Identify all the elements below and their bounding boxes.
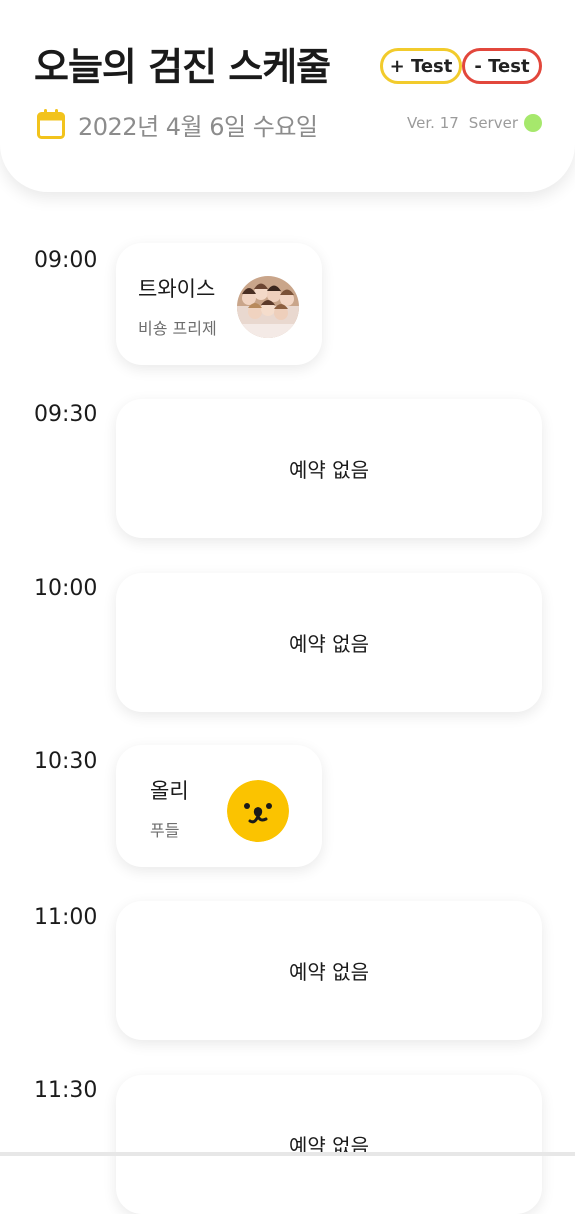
slot-time: 09:30 <box>34 402 98 427</box>
pet-breed: 푸들 <box>150 821 180 840</box>
pet-avatar <box>237 276 299 338</box>
version-status: Ver. 17 Server <box>407 114 542 132</box>
slot-time: 11:00 <box>34 905 98 930</box>
server-label: Server <box>468 114 518 132</box>
date-row: 2022년 4월 6일 수요일 <box>36 106 318 142</box>
pet-breed: 비숑 프리제 <box>138 319 217 338</box>
group-photo-icon <box>237 276 299 338</box>
slot-time: 09:00 <box>34 248 98 273</box>
current-date: 2022년 4월 6일 수요일 <box>78 112 318 141</box>
slot-time: 10:30 <box>34 749 98 774</box>
booking-card[interactable]: 트와이스 비숑 프리제 <box>116 243 322 365</box>
empty-slot-label: 예약 없음 <box>289 632 369 656</box>
pet-name: 올리 <box>150 779 189 803</box>
server-status-dot <box>524 114 542 132</box>
pet-avatar <box>227 780 289 842</box>
booking-card[interactable]: 올리 푸들 <box>116 745 322 867</box>
empty-slot-card[interactable]: 예약 없음 <box>116 1075 542 1214</box>
empty-slot-card[interactable]: 예약 없음 <box>116 901 542 1040</box>
remove-test-button[interactable]: - Test <box>462 48 542 84</box>
slot-time: 11:30 <box>34 1078 98 1103</box>
bottom-divider <box>0 1152 575 1156</box>
pet-name: 트와이스 <box>138 277 216 301</box>
empty-slot-card[interactable]: 예약 없음 <box>116 573 542 712</box>
calendar-icon <box>37 109 65 139</box>
empty-slot-card[interactable]: 예약 없음 <box>116 399 542 538</box>
slot-time: 10:00 <box>34 576 98 601</box>
page-title: 오늘의 검진 스케줄 <box>34 45 331 89</box>
empty-slot-label: 예약 없음 <box>289 458 369 482</box>
add-test-button[interactable]: + Test <box>380 48 462 84</box>
version-label: Ver. 17 <box>407 114 459 132</box>
yellow-face-icon <box>227 780 289 842</box>
header: 오늘의 검진 스케줄 + Test - Test 2022년 4월 6일 수요일… <box>0 0 575 192</box>
empty-slot-label: 예약 없음 <box>289 960 369 984</box>
